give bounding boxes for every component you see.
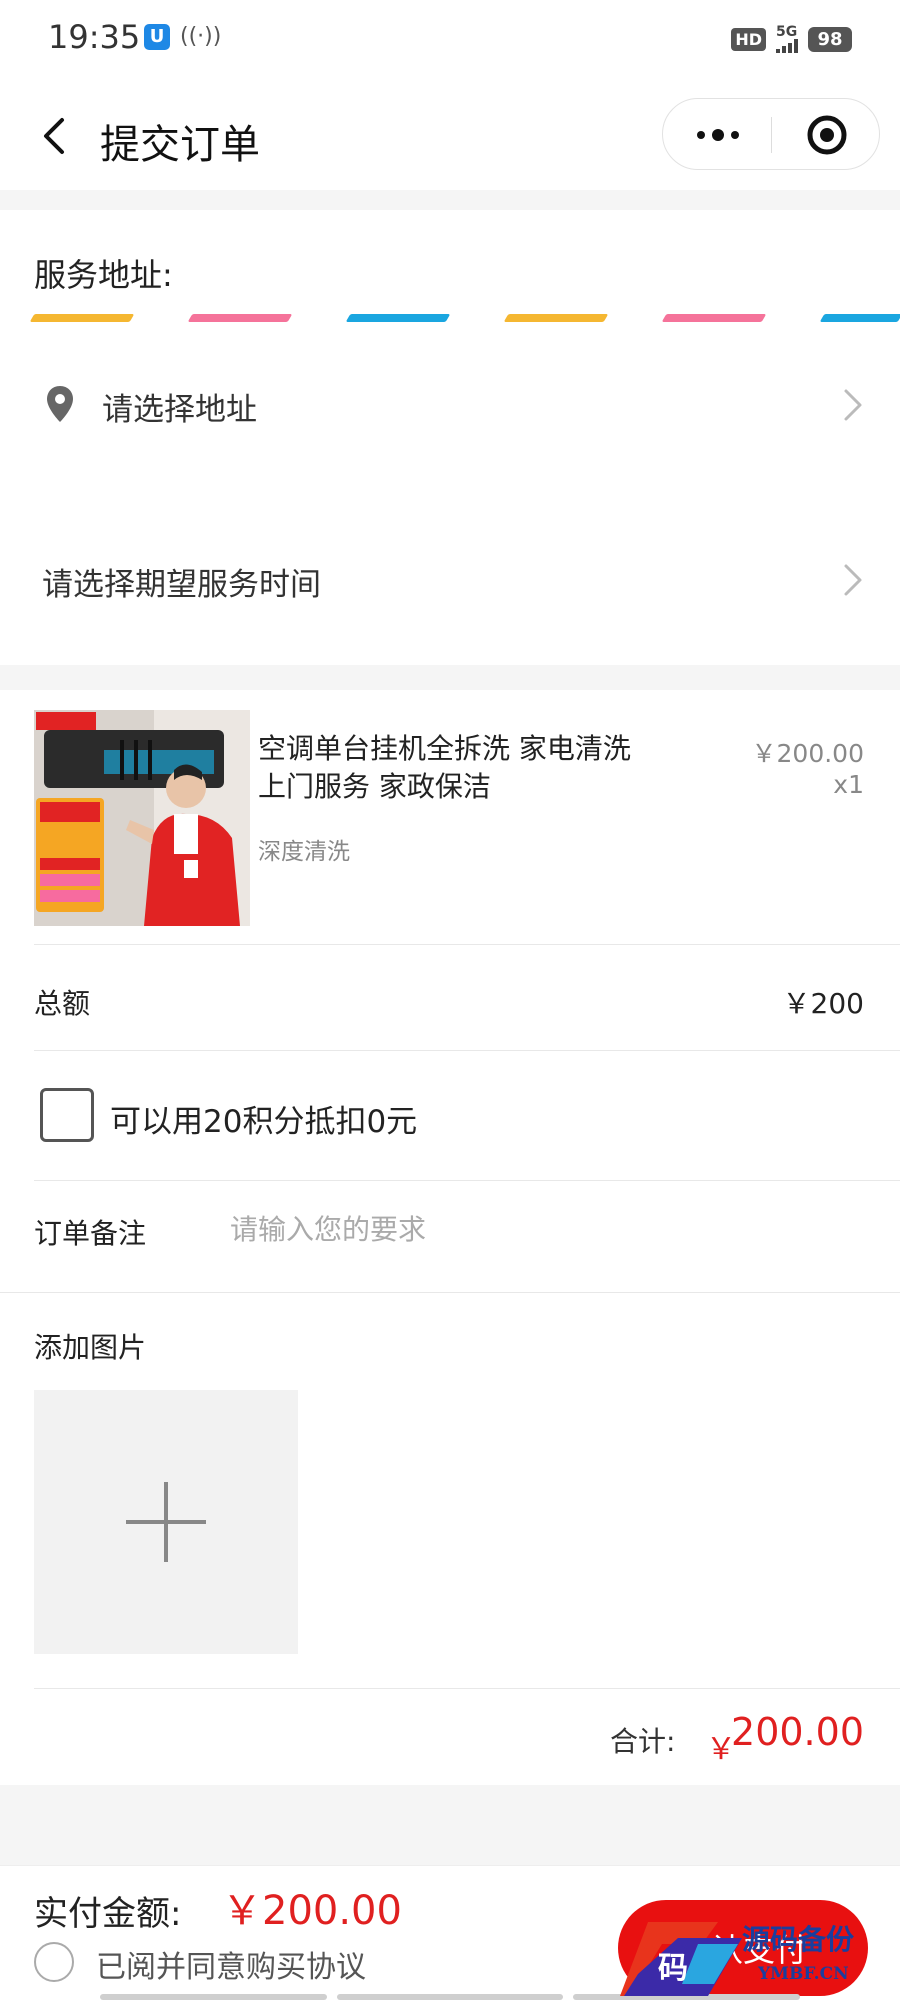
divider xyxy=(34,944,900,945)
add-image-button[interactable] xyxy=(34,1390,298,1654)
product-name: 空调单台挂机全拆洗 家电清洗 上门服务 家政保洁 xyxy=(258,732,631,803)
sum-label: 合计: xyxy=(610,1725,676,1758)
signal-bars xyxy=(776,39,798,53)
watermark-title: 源码备份 xyxy=(742,1923,855,1956)
chevron-right-icon xyxy=(844,564,862,596)
capsule-divider xyxy=(771,117,772,153)
watermark-glyph: 码 xyxy=(658,1951,688,1986)
remark-label: 订单备注 xyxy=(34,1217,147,1250)
select-address-label: 请选择地址 xyxy=(102,392,257,428)
back-icon[interactable] xyxy=(36,116,76,156)
page-title: 提交订单 xyxy=(100,122,260,168)
watermark-subtitle: YMBF.CN xyxy=(758,1964,849,1984)
product-image-art xyxy=(34,710,250,926)
location-pin-icon xyxy=(47,386,73,422)
agree-radio[interactable] xyxy=(34,1942,74,1982)
envelope-stripe xyxy=(503,314,609,322)
address-card: 服务地址: 请选择地址 请选择期望服务时间 xyxy=(0,210,900,665)
hd-badge: HD xyxy=(731,27,766,51)
product-spec: 深度清洗 xyxy=(258,839,350,865)
nav-bar: 提交订单 xyxy=(0,80,900,190)
hotspot-icon: ((·)) xyxy=(180,24,222,49)
points-deduction-label: 可以用20积分抵扣0元 xyxy=(110,1104,418,1140)
add-image-label: 添加图片 xyxy=(34,1331,147,1364)
divider xyxy=(0,1292,900,1293)
divider xyxy=(34,1180,900,1181)
app-notification-icon: U xyxy=(144,24,170,50)
signal-icon: 5G xyxy=(776,25,798,53)
status-time: 19:35 xyxy=(48,18,141,56)
battery-level: 98 xyxy=(808,26,852,52)
agree-text[interactable]: 已阅并同意购买协议 xyxy=(96,1942,366,1986)
product-image[interactable] xyxy=(34,710,250,926)
status-bar: 19:35 U ((·)) HD 5G 98 xyxy=(0,0,900,80)
more-icon[interactable] xyxy=(693,121,743,149)
total-value: ￥200 xyxy=(782,987,864,1020)
total-label: 总额 xyxy=(34,987,91,1020)
network-type: 5G xyxy=(776,24,798,40)
order-card: 空调单台挂机全拆洗 家电清洗 上门服务 家政保洁 深度清洗 ￥200.00 x1… xyxy=(0,690,900,1785)
pay-amount: ￥200.00 xyxy=(222,1888,402,1934)
select-time-label: 请选择期望服务时间 xyxy=(42,567,321,603)
mini-program-capsule xyxy=(662,98,880,170)
product-price: ￥200.00 xyxy=(751,739,864,768)
target-icon[interactable] xyxy=(805,113,849,157)
remark-input[interactable] xyxy=(230,1206,830,1252)
address-heading: 服务地址: xyxy=(34,256,173,294)
status-indicators: HD 5G 98 xyxy=(731,22,852,56)
sum-amount: 200.00 xyxy=(731,1710,864,1754)
envelope-stripe xyxy=(819,314,900,322)
envelope-stripe xyxy=(29,314,135,322)
pay-label: 实付金额: xyxy=(34,1894,182,1934)
divider xyxy=(34,1688,900,1689)
envelope-stripe xyxy=(661,314,767,322)
select-address-row[interactable]: 请选择地址 xyxy=(0,360,900,450)
product-quantity: x1 xyxy=(833,770,864,799)
watermark-emblem: 码 xyxy=(620,1922,742,1996)
envelope-stripe xyxy=(345,314,451,322)
envelope-stripe xyxy=(187,314,293,322)
divider xyxy=(34,1050,900,1051)
plus-icon xyxy=(126,1482,206,1562)
select-time-row[interactable]: 请选择期望服务时间 xyxy=(0,535,900,625)
watermark-logo: 码 源码备份 YMBF.CN xyxy=(618,1914,900,2003)
points-checkbox[interactable] xyxy=(40,1088,94,1142)
chevron-right-icon xyxy=(844,389,862,421)
